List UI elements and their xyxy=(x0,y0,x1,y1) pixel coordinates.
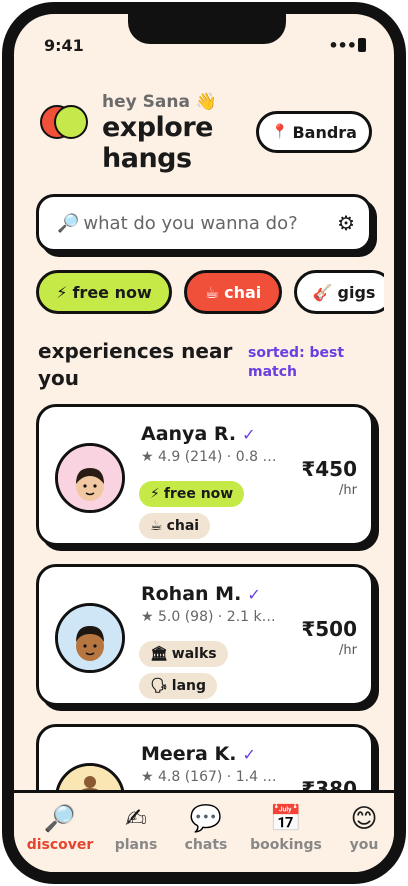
battery-icon xyxy=(358,38,366,52)
experience-card[interactable]: Rohan M.✓ ★ 5.0 (98) · 2.1 km · away 🏛 w… xyxy=(36,564,374,706)
museum-icon: 🏛 xyxy=(150,646,168,662)
experience-card[interactable]: Aanya R.✓ ★ 4.9 (214) · 0.8 km away ⚡ fr… xyxy=(36,404,374,546)
tab-chats[interactable]: 💬 chats xyxy=(166,803,246,853)
avatar xyxy=(55,443,125,513)
tab-bookings[interactable]: 📅 bookings xyxy=(246,803,326,853)
avatar xyxy=(55,603,125,673)
tag-chai: ☕ chai xyxy=(139,513,211,539)
app-logo xyxy=(40,105,90,139)
search-icon: 🔎 xyxy=(43,804,77,834)
verified-check-icon: ✓ xyxy=(247,585,261,604)
guitar-icon: 🎸 xyxy=(312,282,333,302)
verified-check-icon: ✓ xyxy=(242,425,256,444)
tab-you[interactable]: 😊 you xyxy=(324,803,394,853)
tab-discover[interactable]: 🔎 discover xyxy=(20,803,100,853)
section-title: experiences near you xyxy=(38,339,233,390)
chip-free-now[interactable]: ⚡ free now xyxy=(36,270,172,314)
page-title: explore hangs xyxy=(102,112,214,174)
location-button[interactable]: 📍 Bandra xyxy=(256,111,372,153)
search-input[interactable] xyxy=(83,212,338,234)
lightning-icon: ⚡ xyxy=(150,486,160,502)
chip-gigs[interactable]: 🎸 gigs xyxy=(294,270,384,314)
status-icons: ••• xyxy=(328,36,366,55)
price: ₹450 xyxy=(301,457,357,481)
rating-distance: ★ 4.8 (167) · 1.4 km away xyxy=(141,769,283,785)
status-time: 9:41 xyxy=(44,36,84,55)
location-label: Bandra xyxy=(292,122,357,142)
greeting: hey Sana 👋 xyxy=(102,92,218,112)
pin-icon: 📍 xyxy=(271,124,289,140)
price-unit: /hr xyxy=(339,643,357,658)
price: ₹500 xyxy=(301,617,357,641)
host-name: Meera K. ✓ xyxy=(141,743,256,765)
rating-distance: ★ 4.9 (214) · 0.8 km away xyxy=(141,449,283,465)
signal-icon: ••• xyxy=(328,36,357,55)
calendar-icon: 📅 xyxy=(269,804,303,834)
speaking-head-icon: 🗣 xyxy=(150,678,168,694)
notch xyxy=(128,14,286,44)
price-unit: /hr xyxy=(339,483,357,498)
sort-toggle[interactable]: sorted: best match xyxy=(248,344,368,382)
writing-hand-icon: ✍ xyxy=(125,804,147,834)
category-chips: ⚡ free now ☕ chai 🎸 gigs xyxy=(36,270,384,318)
lightning-icon: ⚡ xyxy=(56,282,68,302)
search-bar[interactable]: 🔎 ⚙ xyxy=(36,194,372,252)
chip-chai[interactable]: ☕ chai xyxy=(184,270,282,314)
search-icon: 🔎 xyxy=(57,212,80,234)
tag-lang: 🗣 lang xyxy=(139,673,218,699)
filter-gear-icon[interactable]: ⚙ xyxy=(337,211,355,235)
tab-plans[interactable]: ✍ plans xyxy=(96,803,176,853)
phone-frame: 9:41 ••• hey Sana 👋 explore hangs 📍 Band… xyxy=(2,2,406,884)
coffee-icon: ☕ xyxy=(204,282,220,302)
host-name: Aanya R. ✓ xyxy=(141,423,256,445)
smiley-icon: 😊 xyxy=(350,804,378,834)
bottom-tab-bar: 🔎 discover ✍ plans 💬 chats 📅 bookings 😊 … xyxy=(14,790,394,872)
speech-bubble-icon: 💬 xyxy=(189,804,223,834)
coffee-icon: ☕ xyxy=(150,518,163,534)
tag-free-now: ⚡ free now xyxy=(139,481,245,507)
tag-walks: 🏛 walks xyxy=(139,641,228,667)
verified-check-icon: ✓ xyxy=(242,745,256,764)
host-name: Rohan M. ✓ xyxy=(141,583,261,605)
rating-distance: ★ 5.0 (98) · 2.1 km · away xyxy=(141,609,283,625)
